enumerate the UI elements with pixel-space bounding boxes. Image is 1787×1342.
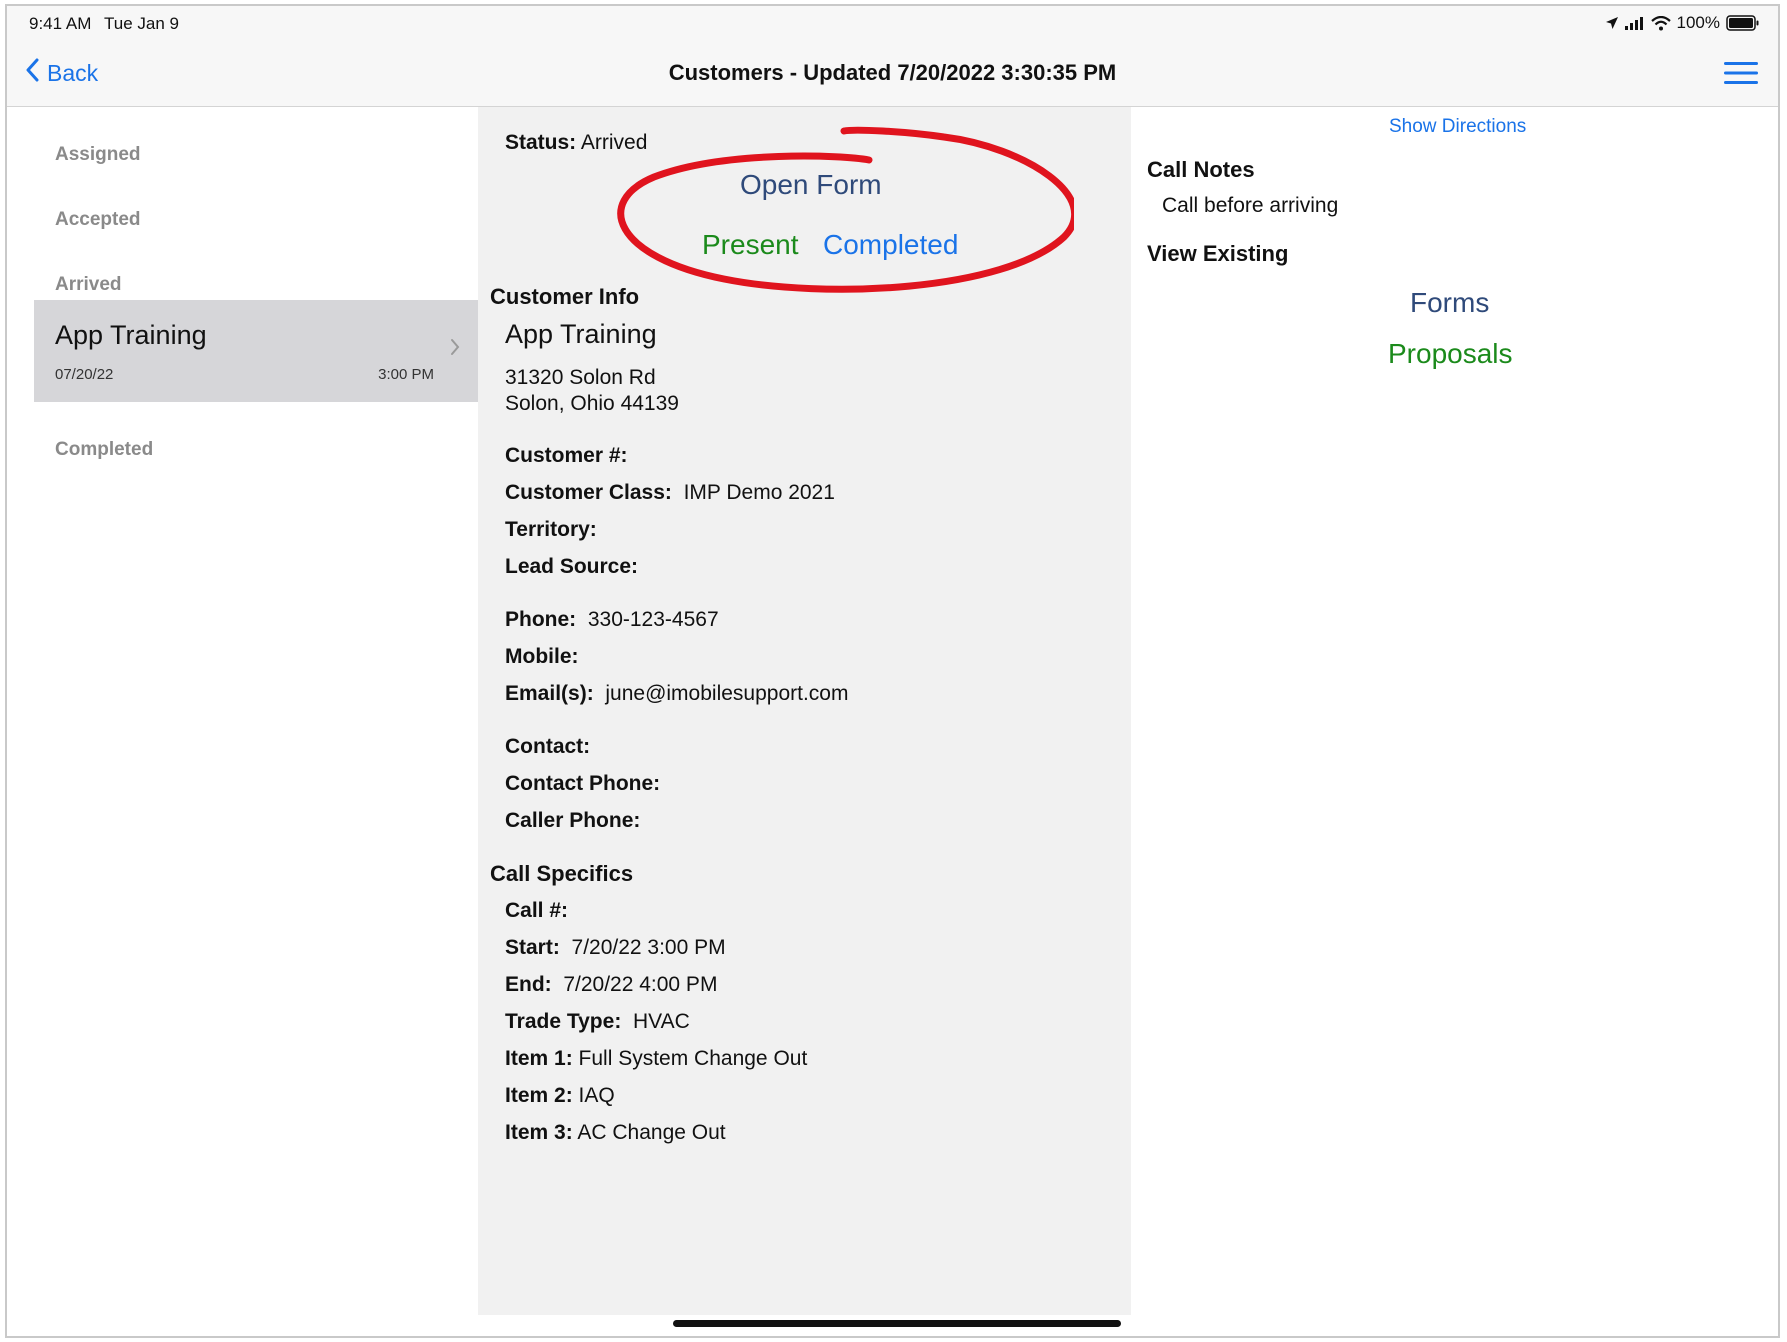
customer-number-row: Customer #: xyxy=(505,444,628,467)
phone-row: Phone: 330-123-4567 xyxy=(505,608,719,631)
list-item-title: App Training xyxy=(55,320,207,350)
list-item-date: 07/20/22 xyxy=(55,366,114,383)
customer-info-header: Customer Info xyxy=(490,284,640,309)
start-row: Start: 7/20/22 3:00 PM xyxy=(505,936,726,959)
section-arrived[interactable]: Arrived xyxy=(55,274,122,296)
phone-link[interactable]: 330-123-4567 xyxy=(588,608,719,631)
call-specifics-header: Call Specifics xyxy=(490,861,634,886)
trade-type-row: Trade Type: HVAC xyxy=(505,1010,690,1033)
home-indicator[interactable] xyxy=(673,1320,1121,1327)
item3-row: Item 3: AC Change Out xyxy=(505,1121,726,1144)
completed-button[interactable]: Completed xyxy=(823,229,958,261)
status-label: Status: xyxy=(505,131,577,154)
forms-link[interactable]: Forms xyxy=(1410,287,1489,319)
status-time: 9:41 AM xyxy=(29,14,92,33)
wifi-icon xyxy=(1650,15,1671,31)
status-date: Tue Jan 9 xyxy=(104,14,179,33)
location-icon xyxy=(1605,16,1619,30)
contact-phone-row: Contact Phone: xyxy=(505,772,661,795)
detail-pane: Status: Arrived Open Form Present Comple… xyxy=(478,107,1131,1315)
open-form-button[interactable]: Open Form xyxy=(740,169,882,201)
caller-phone-row: Caller Phone: xyxy=(505,809,641,832)
call-number-row: Call #: xyxy=(505,899,569,922)
page-title: Customers - Updated 7/20/2022 3:30:35 PM xyxy=(668,60,1117,85)
section-assigned[interactable]: Assigned xyxy=(55,144,141,166)
proposals-link[interactable]: Proposals xyxy=(1388,338,1513,370)
hamburger-menu-icon[interactable] xyxy=(1724,60,1758,91)
list-item-time: 3:00 PM xyxy=(378,366,434,383)
end-row: End: 7/20/22 4:00 PM xyxy=(505,973,718,996)
signal-icon xyxy=(1624,16,1645,30)
lead-source-row: Lead Source: xyxy=(505,555,639,578)
item2-row: Item 2: IAQ xyxy=(505,1084,615,1107)
customer-name: App Training xyxy=(505,319,657,349)
section-completed[interactable]: Completed xyxy=(55,439,153,461)
address-line2: Solon, Ohio 44139 xyxy=(505,392,679,415)
call-notes-header: Call Notes xyxy=(1147,157,1255,182)
section-accepted[interactable]: Accepted xyxy=(55,209,141,231)
address-line1: 31320 Solon Rd xyxy=(505,366,656,389)
battery-percent: 100% xyxy=(1676,13,1720,32)
customer-class-row: Customer Class: IMP Demo 2021 xyxy=(505,481,835,504)
right-pane: Show Directions Call Notes Call before a… xyxy=(1131,107,1778,1336)
territory-row: Territory: xyxy=(505,518,597,541)
battery-icon xyxy=(1726,15,1760,31)
email-link[interactable]: june@imobilesupport.com xyxy=(605,682,848,705)
item1-row: Item 1: Full System Change Out xyxy=(505,1047,808,1070)
email-row: Email(s): june@imobilesupport.com xyxy=(505,682,849,705)
contact-row: Contact: xyxy=(505,735,591,758)
mobile-row: Mobile: xyxy=(505,645,579,668)
chevron-right-icon xyxy=(450,338,460,361)
status-bar: 9:41 AM Tue Jan 9 100% xyxy=(7,6,1778,46)
ipad-frame: 9:41 AM Tue Jan 9 100% Back Customers - … xyxy=(5,4,1780,1338)
status-indicators: 100% xyxy=(1605,13,1760,33)
list-item-app-training[interactable]: App Training 07/20/22 3:00 PM xyxy=(34,300,478,402)
call-notes-text: Call before arriving xyxy=(1162,194,1339,217)
navigation-bar: Back Customers - Updated 7/20/2022 3:30:… xyxy=(7,46,1778,107)
view-existing-header: View Existing xyxy=(1147,241,1289,266)
sidebar: Assigned Accepted Arrived App Training 0… xyxy=(7,107,478,1336)
present-button[interactable]: Present xyxy=(702,229,799,261)
show-directions-link[interactable]: Show Directions xyxy=(1389,116,1526,138)
annotation-circle xyxy=(617,126,1074,293)
